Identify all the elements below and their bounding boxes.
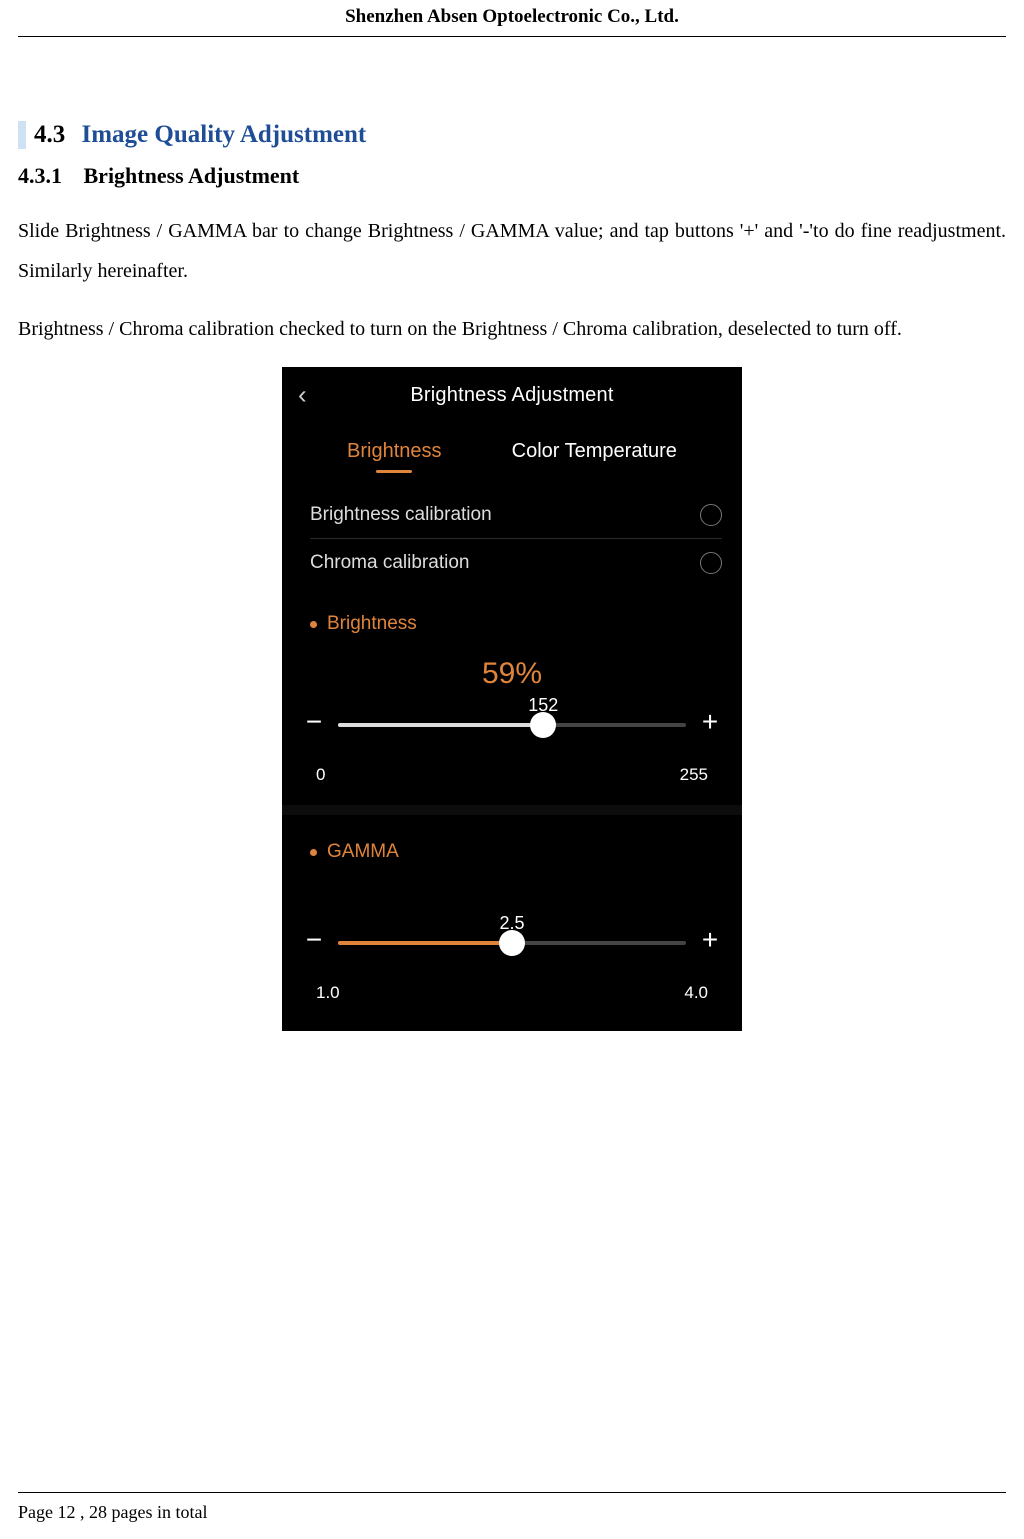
row-chroma-calibration-label: Chroma calibration	[310, 552, 469, 574]
brightness-max: 255	[680, 765, 708, 785]
paragraph-1: Slide Brightness / GAMMA bar to change B…	[18, 211, 1006, 291]
section-brightness: Brightness	[282, 587, 742, 635]
gamma-range: 1.0 4.0	[316, 983, 708, 1003]
gamma-plus-button[interactable]: +	[700, 924, 720, 956]
section-gamma: GAMMA	[282, 815, 742, 863]
back-icon[interactable]: ‹	[298, 380, 307, 411]
phone-titlebar: ‹ Brightness Adjustment	[282, 367, 742, 423]
brightness-min: 0	[316, 765, 325, 785]
page-footer: Page 12 , 28 pages in total	[18, 1502, 207, 1523]
brightness-minus-button[interactable]: −	[304, 706, 324, 738]
row-brightness-calibration[interactable]: Brightness calibration	[310, 491, 722, 539]
brightness-plus-button[interactable]: +	[700, 706, 720, 738]
heading-4-3-number: 4.3	[34, 121, 65, 148]
tab-bar: Brightness Color Temperature	[282, 423, 742, 473]
heading-4-3-title: Image Quality Adjustment	[82, 121, 367, 148]
gamma-min: 1.0	[316, 983, 340, 1003]
brightness-slider[interactable]: 152	[338, 699, 686, 745]
tab-color-temperature[interactable]: Color Temperature	[512, 440, 677, 473]
section-divider	[282, 805, 742, 815]
bullet-icon	[310, 849, 317, 856]
brightness-percent: 59%	[282, 657, 742, 691]
gamma-slider[interactable]: 2.5	[338, 917, 686, 963]
tab-brightness[interactable]: Brightness	[347, 440, 442, 473]
gamma-thumb[interactable]	[499, 930, 525, 956]
footer-rule	[18, 1492, 1006, 1493]
gamma-max: 4.0	[684, 983, 708, 1003]
row-chroma-calibration[interactable]: Chroma calibration	[310, 539, 722, 587]
bullet-icon	[310, 621, 317, 628]
heading-4-3-1: 4.3.1 Brightness Adjustment	[18, 163, 1006, 189]
company-header: Shenzhen Absen Optoelectronic Co., Ltd.	[18, 0, 1006, 28]
paragraph-2: Brightness / Chroma calibration checked …	[18, 309, 1006, 349]
row-brightness-calibration-label: Brightness calibration	[310, 504, 492, 526]
section-gamma-label: GAMMA	[327, 841, 399, 863]
brightness-range: 0 255	[316, 765, 708, 785]
section-brightness-label: Brightness	[327, 613, 417, 635]
heading-4-3-1-number: 4.3.1	[18, 163, 62, 188]
calibration-list: Brightness calibration Chroma calibratio…	[310, 491, 722, 587]
brightness-thumb[interactable]	[530, 712, 556, 738]
heading-4-3-1-title: Brightness Adjustment	[84, 163, 300, 188]
heading-4-3: 4.3 Image Quality Adjustment	[18, 121, 1006, 149]
brightness-track-fill	[338, 723, 543, 727]
phone-title: Brightness Adjustment	[410, 384, 613, 407]
radio-chroma-calibration[interactable]	[700, 552, 722, 574]
gamma-minus-button[interactable]: −	[304, 924, 324, 956]
gamma-track-fill	[338, 941, 512, 945]
radio-brightness-calibration[interactable]	[700, 504, 722, 526]
phone-screenshot: ‹ Brightness Adjustment Brightness Color…	[282, 367, 742, 1031]
